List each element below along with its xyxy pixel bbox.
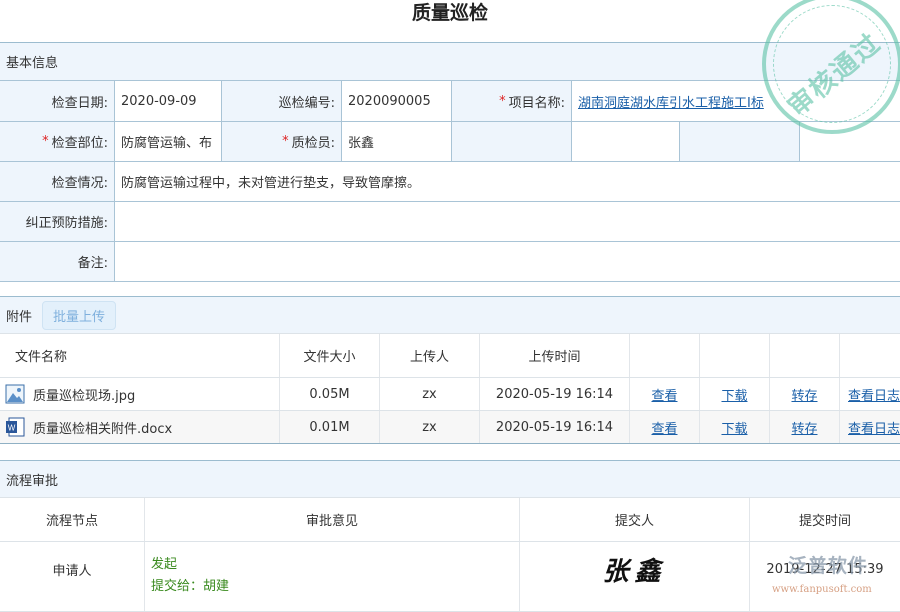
save-link[interactable]: 转存 xyxy=(791,385,817,404)
inspector-label-text: 质检员: xyxy=(292,132,335,151)
page-title: 质量巡检 xyxy=(0,0,900,28)
submitter-signature: 张鑫 xyxy=(520,542,750,611)
part-value: 防腐管运输、布 xyxy=(115,122,222,161)
download-link[interactable]: 下载 xyxy=(721,418,747,437)
section-basic-info: 基本信息 xyxy=(0,42,900,80)
col-file-name: 文件名称 xyxy=(0,334,280,377)
flow-opinion: 发起 提交给：胡建 xyxy=(145,542,520,611)
image-file-icon xyxy=(5,384,25,404)
col-empty xyxy=(840,334,900,377)
col-empty xyxy=(630,334,700,377)
part-label-text: 检查部位: xyxy=(52,132,108,151)
flow-node: 申请人 xyxy=(0,542,145,611)
uploader: zx xyxy=(380,378,480,410)
download-link[interactable]: 下载 xyxy=(721,385,747,404)
table-row: 质量巡检现场.jpg 0.05M zx 2020-05-19 16:14 查看 … xyxy=(0,378,900,411)
batch-upload-button[interactable]: 批量上传 xyxy=(42,301,116,330)
file-name: 质量巡检相关附件.docx xyxy=(33,418,172,437)
col-empty xyxy=(770,334,840,377)
check-date-label: 检查日期: xyxy=(0,81,115,121)
project-value: 湖南洞庭湖水库引水工程施工I标 xyxy=(572,81,900,121)
file-name-cell: 质量巡检现场.jpg xyxy=(0,378,280,410)
col-upload-time: 上传时间 xyxy=(480,334,630,377)
file-name: 质量巡检现场.jpg xyxy=(33,385,135,404)
view-log-link[interactable]: 查看日志 xyxy=(848,385,900,404)
view-log-link[interactable]: 查看日志 xyxy=(848,418,900,437)
word-file-icon: W xyxy=(5,417,25,437)
view-link[interactable]: 查看 xyxy=(651,418,677,437)
empty-label xyxy=(680,122,800,161)
situation-value: 防腐管运输过程中，未对管进行垫支，导致管摩擦。 xyxy=(115,162,900,201)
col-node: 流程节点 xyxy=(0,498,145,541)
no-value: 2020090005 xyxy=(342,81,452,121)
project-label: *项目名称: xyxy=(452,81,572,121)
required-mark: * xyxy=(282,134,289,149)
upload-time: 2020-05-19 16:14 xyxy=(480,411,630,443)
col-submit-time: 提交时间 xyxy=(750,498,900,541)
remark-label: 备注: xyxy=(0,242,115,281)
col-empty xyxy=(700,334,770,377)
required-mark: * xyxy=(499,94,506,109)
section-title: 基本信息 xyxy=(6,52,58,71)
table-row: W 质量巡检相关附件.docx 0.01M zx 2020-05-19 16:1… xyxy=(0,411,900,444)
col-opinion: 审批意见 xyxy=(145,498,520,541)
svg-text:W: W xyxy=(8,424,16,433)
check-date-value: 2020-09-09 xyxy=(115,81,222,121)
empty-cell xyxy=(572,122,680,161)
project-label-text: 项目名称: xyxy=(509,92,565,111)
section-attachments: 附件批量上传 xyxy=(0,296,900,333)
section-flow: 流程审批 xyxy=(0,460,900,497)
opinion-submit-to: 提交给：胡建 xyxy=(151,576,229,598)
empty-cell xyxy=(800,122,900,161)
file-size: 0.05M xyxy=(280,378,380,410)
submit-time: 2019-12-27 15:39 xyxy=(750,542,900,611)
col-file-size: 文件大小 xyxy=(280,334,380,377)
section-title: 附件 xyxy=(6,306,32,325)
inspector-label: *质检员: xyxy=(222,122,342,161)
file-name-cell: W 质量巡检相关附件.docx xyxy=(0,411,280,443)
basic-info-grid: 检查日期: 2020-09-09 巡检编号: 2020090005 *项目名称:… xyxy=(0,80,900,81)
part-label: *检查部位: xyxy=(0,122,115,161)
measures-label: 纠正预防措施: xyxy=(0,202,115,241)
measures-value xyxy=(115,202,900,241)
attachments-header: 文件名称 文件大小 上传人 上传时间 xyxy=(0,333,900,378)
empty-label xyxy=(452,122,572,161)
save-link[interactable]: 转存 xyxy=(791,418,817,437)
remark-value xyxy=(115,242,900,281)
view-link[interactable]: 查看 xyxy=(651,385,677,404)
signature-image: 张鑫 xyxy=(602,551,666,588)
project-link[interactable]: 湖南洞庭湖水库引水工程施工I标 xyxy=(578,92,764,111)
required-mark: * xyxy=(42,134,49,149)
inspector-value: 张鑫 xyxy=(342,122,452,161)
uploader: zx xyxy=(380,411,480,443)
flow-header: 流程节点 审批意见 提交人 提交时间 xyxy=(0,497,900,542)
no-label: 巡检编号: xyxy=(222,81,342,121)
col-uploader: 上传人 xyxy=(380,334,480,377)
situation-label: 检查情况: xyxy=(0,162,115,201)
opinion-start: 发起 xyxy=(151,554,177,576)
section-title: 流程审批 xyxy=(6,470,58,489)
col-submitter: 提交人 xyxy=(520,498,750,541)
file-size: 0.01M xyxy=(280,411,380,443)
upload-time: 2020-05-19 16:14 xyxy=(480,378,630,410)
table-row: 申请人 发起 提交给：胡建 张鑫 2019-12-27 15:39 xyxy=(0,542,900,612)
